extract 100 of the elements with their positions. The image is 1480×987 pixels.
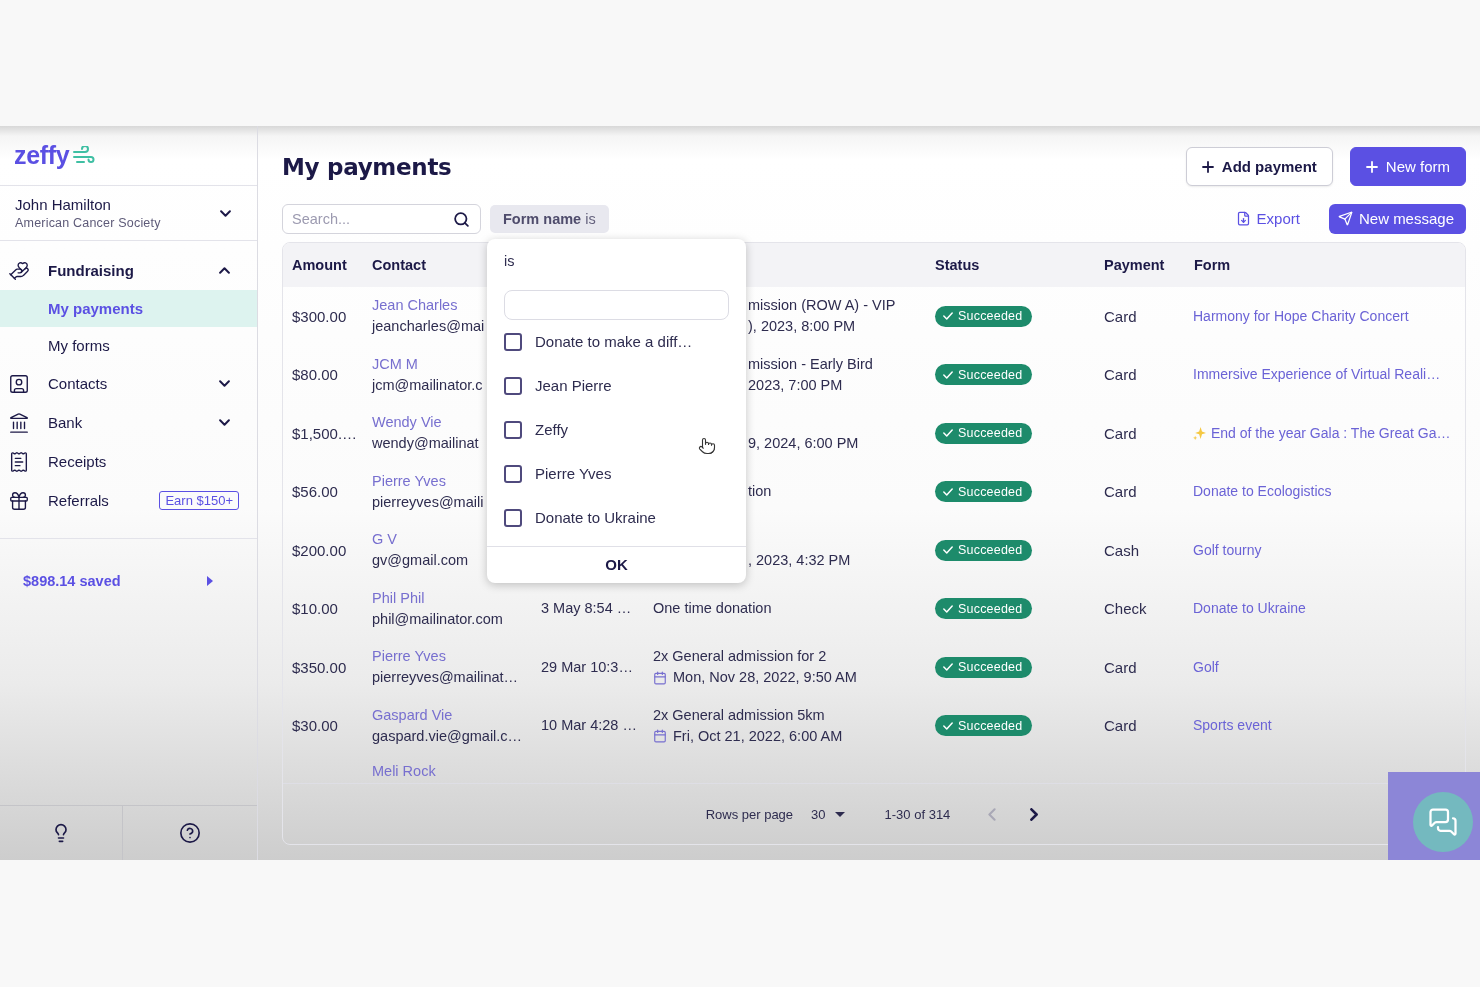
description-text: tion xyxy=(748,482,772,502)
nav-item[interactable]: Receipts xyxy=(0,442,257,481)
form-link[interactable]: Golf tourny xyxy=(1193,539,1262,561)
new-form-button[interactable]: New form xyxy=(1349,147,1466,186)
referral-badge: Earn $150+ xyxy=(159,491,239,510)
contact-name[interactable]: Jean Charles xyxy=(372,295,458,317)
table-cell-text: Card xyxy=(1104,482,1137,503)
check-icon xyxy=(943,370,953,379)
help-icon xyxy=(179,822,201,844)
status-badge: Succeeded xyxy=(935,598,1033,620)
caret-down-icon xyxy=(834,811,845,817)
form-link[interactable]: Donate to Ecologistics xyxy=(1193,481,1332,503)
filter-option[interactable]: Zeffy xyxy=(504,407,729,452)
form-link[interactable]: Sports event xyxy=(1193,715,1272,737)
contact-name[interactable]: JCM M xyxy=(372,353,418,375)
export-button[interactable]: Export xyxy=(1235,210,1300,227)
chevron-right-icon xyxy=(1030,807,1039,821)
wind-logo-icon xyxy=(73,145,96,166)
nav-subitem[interactable]: My forms xyxy=(0,327,257,364)
description-text: mission (ROW A) - VIP xyxy=(748,296,896,316)
page-range: 1-30 of 314 xyxy=(884,806,951,822)
contact-name[interactable]: Wendy Vie xyxy=(372,412,442,434)
rows-per-page-label: Rows per page xyxy=(705,806,794,822)
contact-email: gaspard.vie@gmail.c… xyxy=(372,726,523,746)
table-cell-text: Check xyxy=(1104,599,1147,620)
contact-name[interactable]: Meli Rock xyxy=(372,761,436,782)
contact-email: pierreyves@mailinat… xyxy=(372,668,519,688)
table-cell-text: Card xyxy=(1104,716,1137,737)
table-cell-text: Cash xyxy=(1104,540,1140,561)
checkbox[interactable] xyxy=(504,508,522,527)
table-cell-text: Card xyxy=(1104,423,1137,444)
check-icon xyxy=(943,663,953,672)
table-cell-text: 10 Mar 4:28 … xyxy=(541,716,637,736)
checkbox[interactable] xyxy=(504,332,522,351)
checkbox[interactable] xyxy=(504,420,522,439)
table-cell-text: $300.00 xyxy=(292,306,347,327)
filter-option[interactable]: Donate to make a diff… xyxy=(504,319,729,364)
nav-item[interactable]: Referrals Earn $150+ xyxy=(0,481,257,520)
rows-per-page-select[interactable]: 30 xyxy=(811,806,845,822)
ok-button[interactable]: OK xyxy=(487,545,746,583)
check-icon xyxy=(943,429,953,438)
description-text: One time donation xyxy=(653,599,772,619)
calendar-icon xyxy=(653,670,667,685)
organization-name: American Cancer Society xyxy=(15,216,161,230)
search-field[interactable]: Search... xyxy=(282,203,481,234)
hand-heart-icon xyxy=(8,259,30,282)
nav-item[interactable]: Fundraising xyxy=(0,251,257,290)
new-message-button[interactable]: New message xyxy=(1328,203,1466,234)
nav-item[interactable]: Contacts xyxy=(0,364,257,403)
chevron-down-icon[interactable] xyxy=(220,209,231,217)
plus-icon xyxy=(1201,160,1214,173)
description-text: mission - Early Bird xyxy=(748,354,873,374)
contact-name[interactable]: Pierre Yves xyxy=(372,470,446,492)
nav-subitem[interactable]: My payments xyxy=(0,290,257,327)
contact-name[interactable]: Gaspard Vie xyxy=(372,704,453,726)
caret-right-icon xyxy=(207,576,213,586)
column-header: Contact xyxy=(372,257,426,273)
savings-link[interactable]: $898.14 saved xyxy=(0,571,257,591)
status-badge: Succeeded xyxy=(935,305,1033,327)
gift-icon xyxy=(8,489,30,512)
plus-icon xyxy=(1365,160,1378,173)
bank-icon xyxy=(8,411,30,434)
table-cell-text: 29 Mar 10:3… xyxy=(541,657,633,677)
contact-name[interactable]: Pierre Yves xyxy=(372,646,446,668)
check-icon xyxy=(943,604,953,613)
form-link[interactable]: Golf xyxy=(1193,656,1219,678)
calendar-icon xyxy=(653,729,667,744)
filter-option[interactable]: Pierre Yves xyxy=(504,451,729,496)
contact-email: pierreyves@maili xyxy=(372,492,484,512)
contact-name[interactable]: Phil Phil xyxy=(372,587,425,609)
nav-item[interactable]: Bank xyxy=(0,403,257,442)
form-link[interactable]: End of the year Gala : The Great Ga… xyxy=(1193,422,1451,444)
form-link[interactable]: Donate to Ukraine xyxy=(1193,598,1306,620)
form-link[interactable]: Harmony for Hope Charity Concert xyxy=(1193,305,1409,327)
checkbox[interactable] xyxy=(504,464,522,483)
description-text: 2x General admission for 2 xyxy=(653,647,827,667)
contact-email: gv@gmail.com xyxy=(372,551,469,571)
event-date: ), 2023, 8:00 PM xyxy=(748,317,856,337)
column-header: Status xyxy=(935,257,980,273)
add-payment-button[interactable]: Add payment xyxy=(1185,147,1333,186)
description-text: 2x General admission 5km xyxy=(653,705,825,725)
filter-search-field[interactable] xyxy=(504,289,729,320)
form-link[interactable]: Immersive Experience of Virtual Reali… xyxy=(1193,364,1441,386)
table-cell-text: $1,500.… xyxy=(292,423,358,444)
table-cell-text: $350.00 xyxy=(292,657,347,678)
operator-label: is xyxy=(504,251,515,271)
table-cell-text: 3 May 8:54 … xyxy=(541,599,632,619)
receipt-icon xyxy=(8,450,30,473)
checkbox[interactable] xyxy=(504,376,522,395)
table-cell-text: Card xyxy=(1104,306,1137,327)
hand-cursor-icon xyxy=(698,436,716,455)
filter-chip[interactable]: Form name is xyxy=(490,204,609,233)
filter-option[interactable]: Donate to Ukraine xyxy=(504,495,729,540)
contact-email: wendy@mailinat xyxy=(372,434,479,454)
chat-button[interactable] xyxy=(1413,792,1473,852)
table-cell-text: $200.00 xyxy=(292,540,347,561)
event-date: 9, 2024, 6:00 PM xyxy=(748,434,859,454)
filter-option[interactable]: Jean Pierre xyxy=(504,363,729,408)
event-date: 2023, 7:00 PM xyxy=(748,375,843,395)
contact-name[interactable]: G V xyxy=(372,529,397,551)
